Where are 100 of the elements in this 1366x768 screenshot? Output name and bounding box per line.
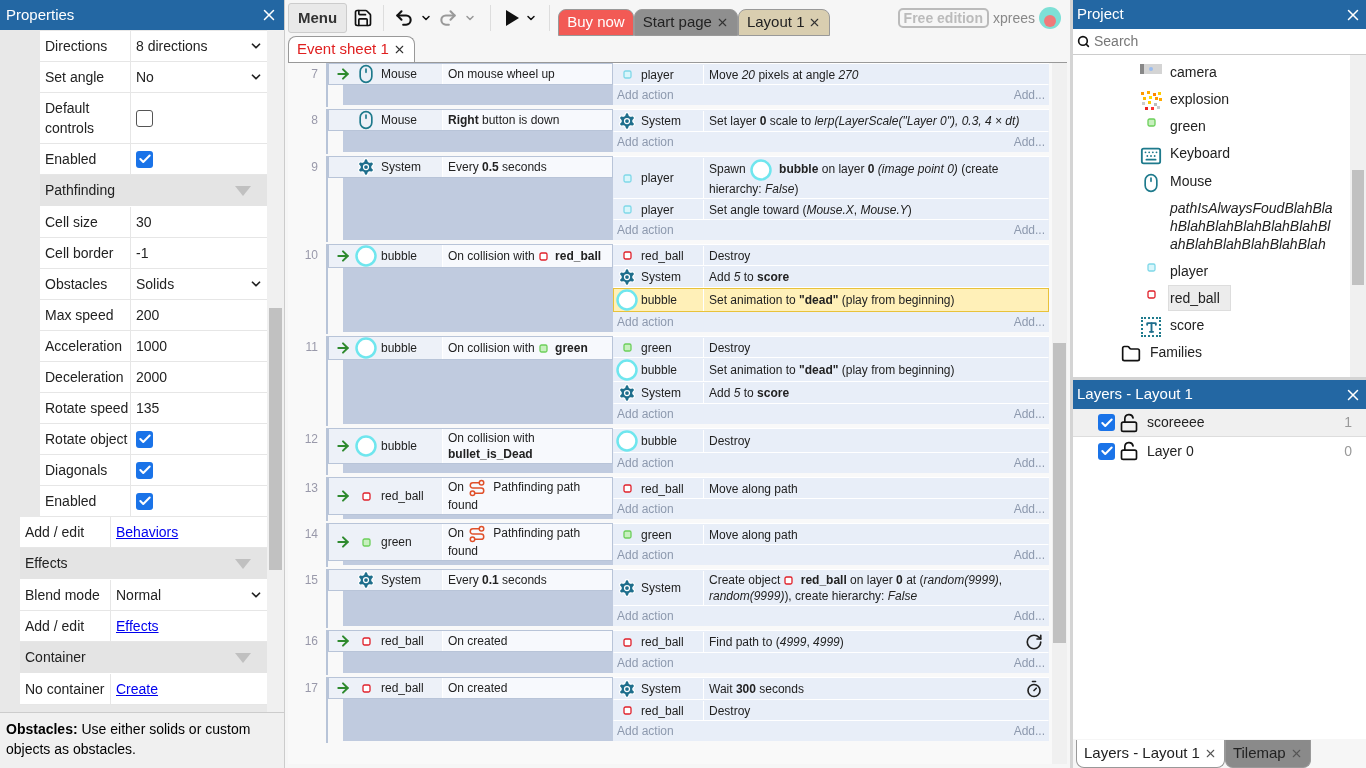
tree-item[interactable]: red_ball: [1168, 285, 1231, 311]
select-field[interactable]: No: [131, 62, 267, 92]
property-label: Add / edit: [25, 617, 85, 636]
tree-item[interactable]: pathIsAlwaysFoudBlahBlahBlahBlahBlahBlahBlahBlahBlahBlahBlahBlahBlah: [1168, 195, 1338, 257]
select-field[interactable]: Normal: [111, 580, 267, 610]
condition[interactable]: bubble On collision with bullet_is_Dead: [328, 428, 613, 464]
menu-button[interactable]: Menu: [288, 3, 348, 33]
action[interactable]: System Create object red_ball on layer 0 at (random(9999), random(9999)), create hierarchy: False: [613, 570, 1049, 606]
property-label: Set angle: [45, 68, 105, 87]
condition[interactable]: red_ball On created: [328, 630, 613, 652]
tree-item[interactable]: player: [1168, 258, 1211, 284]
search-field[interactable]: Search: [1094, 31, 1362, 52]
link[interactable]: Behaviors: [116, 521, 179, 543]
tab[interactable]: Layers - Layout 1: [1076, 740, 1225, 768]
tab[interactable]: Start page: [633, 9, 738, 36]
action[interactable]: red_ball Destroy: [613, 700, 1049, 721]
condition-text: On collision with green: [448, 340, 588, 356]
object-name: bubble: [641, 292, 678, 309]
condition[interactable]: Mouse Right button is down: [328, 109, 613, 131]
layer-index: 0: [1344, 441, 1352, 461]
action[interactable]: bubble Set animation to "dead" (play from beginning): [613, 288, 1049, 312]
action-text: Destroy: [709, 702, 751, 719]
select-field[interactable]: 8 directions: [131, 31, 267, 61]
tree-item[interactable]: score: [1168, 312, 1207, 338]
layer-row[interactable]: scoreeee 1: [1073, 409, 1366, 437]
condition[interactable]: System Every 0.5 seconds: [328, 156, 613, 178]
object-name: player: [641, 170, 674, 187]
action[interactable]: red_ball Destroy: [613, 245, 1049, 266]
action[interactable]: System Set layer 0 scale to lerp(LayerScale("Layer 0"), 0.3, 4 × dt): [613, 110, 1049, 132]
condition[interactable]: Mouse On mouse wheel up: [328, 63, 613, 85]
object-name: green: [381, 534, 412, 551]
select-field[interactable]: Solids: [131, 269, 267, 299]
layer-row[interactable]: Layer 0 0: [1073, 437, 1366, 465]
value-field[interactable]: 135: [131, 393, 267, 423]
tree-item[interactable]: green: [1168, 113, 1208, 139]
object-name: System: [641, 269, 681, 286]
object-name: bubble: [641, 362, 678, 379]
layer-index: 1: [1344, 413, 1352, 432]
condition-text: Every 0.1 seconds: [448, 572, 547, 588]
tree-item[interactable]: explosion: [1168, 86, 1232, 112]
action-text: Move along path: [709, 526, 798, 543]
action[interactable]: red_ball Find path to (4999, 4999): [613, 631, 1049, 653]
tree-item[interactable]: Families: [1148, 339, 1205, 365]
object-name: System: [641, 385, 681, 402]
tab[interactable]: Tilemap: [1224, 740, 1311, 768]
object-name: red_ball: [381, 633, 424, 650]
condition-text: On created: [448, 633, 508, 649]
action[interactable]: green Move along path: [613, 524, 1049, 545]
event-number: 13: [303, 480, 319, 497]
panel-title: Layers - Layout 1: [1077, 384, 1193, 405]
action[interactable]: player Move 20 pixels at angle 270: [613, 64, 1049, 85]
event-number: 8: [310, 112, 319, 129]
value-field[interactable]: 2000: [131, 362, 267, 392]
property-label: Max speed: [45, 306, 114, 325]
value-field[interactable]: -1: [131, 238, 267, 268]
object-name: red_ball: [641, 247, 684, 265]
object-name: player: [641, 66, 674, 84]
action[interactable]: player Set angle toward (Mouse.X, Mouse.Y): [613, 199, 1049, 220]
link[interactable]: Create: [116, 678, 159, 700]
object-name: bubble: [641, 433, 678, 450]
action-text: Wait 300 seconds: [709, 681, 804, 697]
action[interactable]: System Wait 300 seconds: [613, 678, 1049, 700]
action[interactable]: bubble Destroy: [613, 429, 1049, 453]
event-number: 16: [303, 633, 319, 650]
property-label: Add / edit: [25, 523, 85, 542]
condition-text: On created: [448, 680, 508, 696]
property-label: Obstacles: [45, 275, 108, 294]
action[interactable]: green Destroy: [613, 337, 1049, 358]
condition[interactable]: green On Pathfinding path found: [328, 523, 613, 561]
object-name: player: [641, 201, 674, 219]
section-header[interactable]: Effects: [20, 548, 267, 580]
action-text: Add 5 to score: [709, 385, 790, 401]
event-number: 12: [303, 431, 319, 448]
action-text: Add 5 to score: [709, 269, 790, 285]
condition[interactable]: red_ball On Pathfinding path found: [328, 477, 613, 515]
tab[interactable]: Layout 1: [737, 9, 831, 36]
section-header[interactable]: Container: [20, 642, 267, 674]
object-name: bubble: [381, 340, 418, 357]
value-field[interactable]: 1000: [131, 331, 267, 361]
link[interactable]: Effects: [116, 615, 159, 637]
action[interactable]: System Add 5 to score: [613, 382, 1049, 404]
condition[interactable]: red_ball On created: [328, 677, 613, 699]
action-text: Move 20 pixels at angle 270: [709, 66, 859, 83]
tab[interactable]: Event sheet 1: [288, 36, 415, 62]
section-header[interactable]: Pathfinding: [40, 175, 267, 207]
tree-item[interactable]: Keyboard: [1168, 140, 1232, 166]
value-field[interactable]: 30: [131, 207, 267, 237]
action[interactable]: player Spawn bubble on layer 0 (image point 0) (create hierarchy: False): [613, 157, 1049, 199]
layer-name: Layer 0: [1147, 441, 1195, 461]
property-label: Default controls: [45, 99, 96, 138]
tree-item[interactable]: Mouse: [1168, 168, 1215, 194]
condition[interactable]: System Every 0.1 seconds: [328, 569, 613, 591]
condition[interactable]: bubble On collision with red_ball: [328, 244, 613, 268]
action[interactable]: red_ball Move along path: [613, 478, 1049, 499]
action[interactable]: bubble Set animation to "dead" (play from beginning): [613, 358, 1049, 382]
object-name: bubble: [381, 248, 418, 265]
value-field[interactable]: 200: [131, 300, 267, 330]
condition[interactable]: bubble On collision with green: [328, 336, 613, 360]
object-name: red_ball: [381, 488, 424, 505]
tree-item[interactable]: camera: [1168, 59, 1219, 85]
